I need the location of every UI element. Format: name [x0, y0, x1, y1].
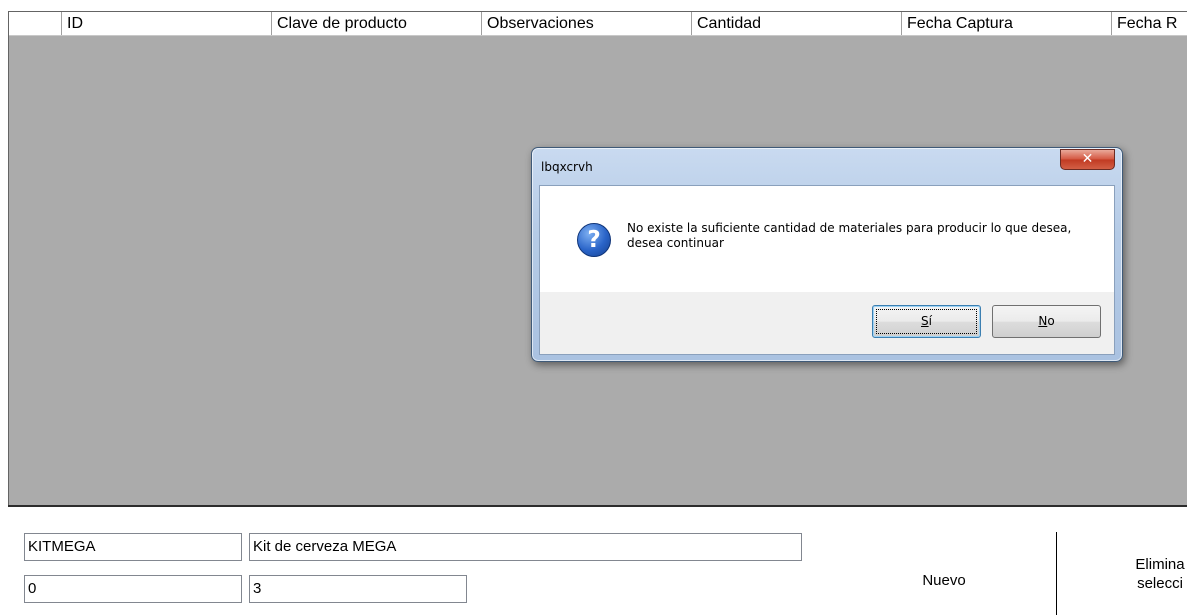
grid-column-observaciones[interactable]: Observaciones	[481, 12, 691, 35]
grid-column-fecha-captura[interactable]: Fecha Captura	[901, 12, 1111, 35]
descripcion-field[interactable]: Kit de cerveza MEGA	[249, 533, 802, 561]
grid-header-row-selector[interactable]	[9, 12, 61, 35]
no-button-label: o	[1047, 314, 1055, 328]
vertical-divider	[1056, 532, 1057, 615]
dialog-button-bar: Sí No	[540, 292, 1114, 354]
cantidad-field[interactable]: 3	[249, 575, 467, 603]
clave-field[interactable]: KITMEGA	[24, 533, 242, 561]
nuevo-button[interactable]: Nuevo	[880, 566, 1008, 596]
grid-column-fecha-r[interactable]: Fecha R	[1111, 12, 1187, 35]
eliminar-label-line2: selecci	[1137, 575, 1183, 592]
close-icon: ✕	[1081, 151, 1094, 167]
no-button-accelerator: N	[1038, 314, 1048, 328]
eliminar-seleccion-button[interactable]: Elimina selecci	[1110, 555, 1187, 593]
dialog-title: lbqxcrvh	[541, 160, 593, 174]
eliminar-label-line1: Elimina	[1135, 556, 1185, 573]
message-dialog: lbqxcrvh ✕ ? No existe la suficiente can…	[531, 147, 1123, 362]
no-button[interactable]: No	[992, 305, 1101, 338]
grid-column-cantidad[interactable]: Cantidad	[691, 12, 901, 35]
grid-header: ID Clave de producto Observaciones Canti…	[9, 12, 1187, 36]
yes-button[interactable]: Sí	[872, 305, 981, 338]
dialog-body: ? No existe la suficiente cantidad de ma…	[539, 185, 1115, 355]
grid-column-id[interactable]: ID	[61, 12, 271, 35]
dialog-message: No existe la suficiente cantidad de mate…	[627, 221, 1072, 250]
grid-column-clave-de-producto[interactable]: Clave de producto	[271, 12, 481, 35]
field-zero[interactable]: 0	[24, 575, 242, 603]
grid-bottom-border	[8, 505, 1187, 507]
focus-rectangle	[876, 309, 977, 334]
close-button[interactable]: ✕	[1060, 149, 1115, 170]
dialog-content: ? No existe la suficiente cantidad de ma…	[540, 186, 1114, 292]
question-icon: ?	[577, 223, 611, 257]
